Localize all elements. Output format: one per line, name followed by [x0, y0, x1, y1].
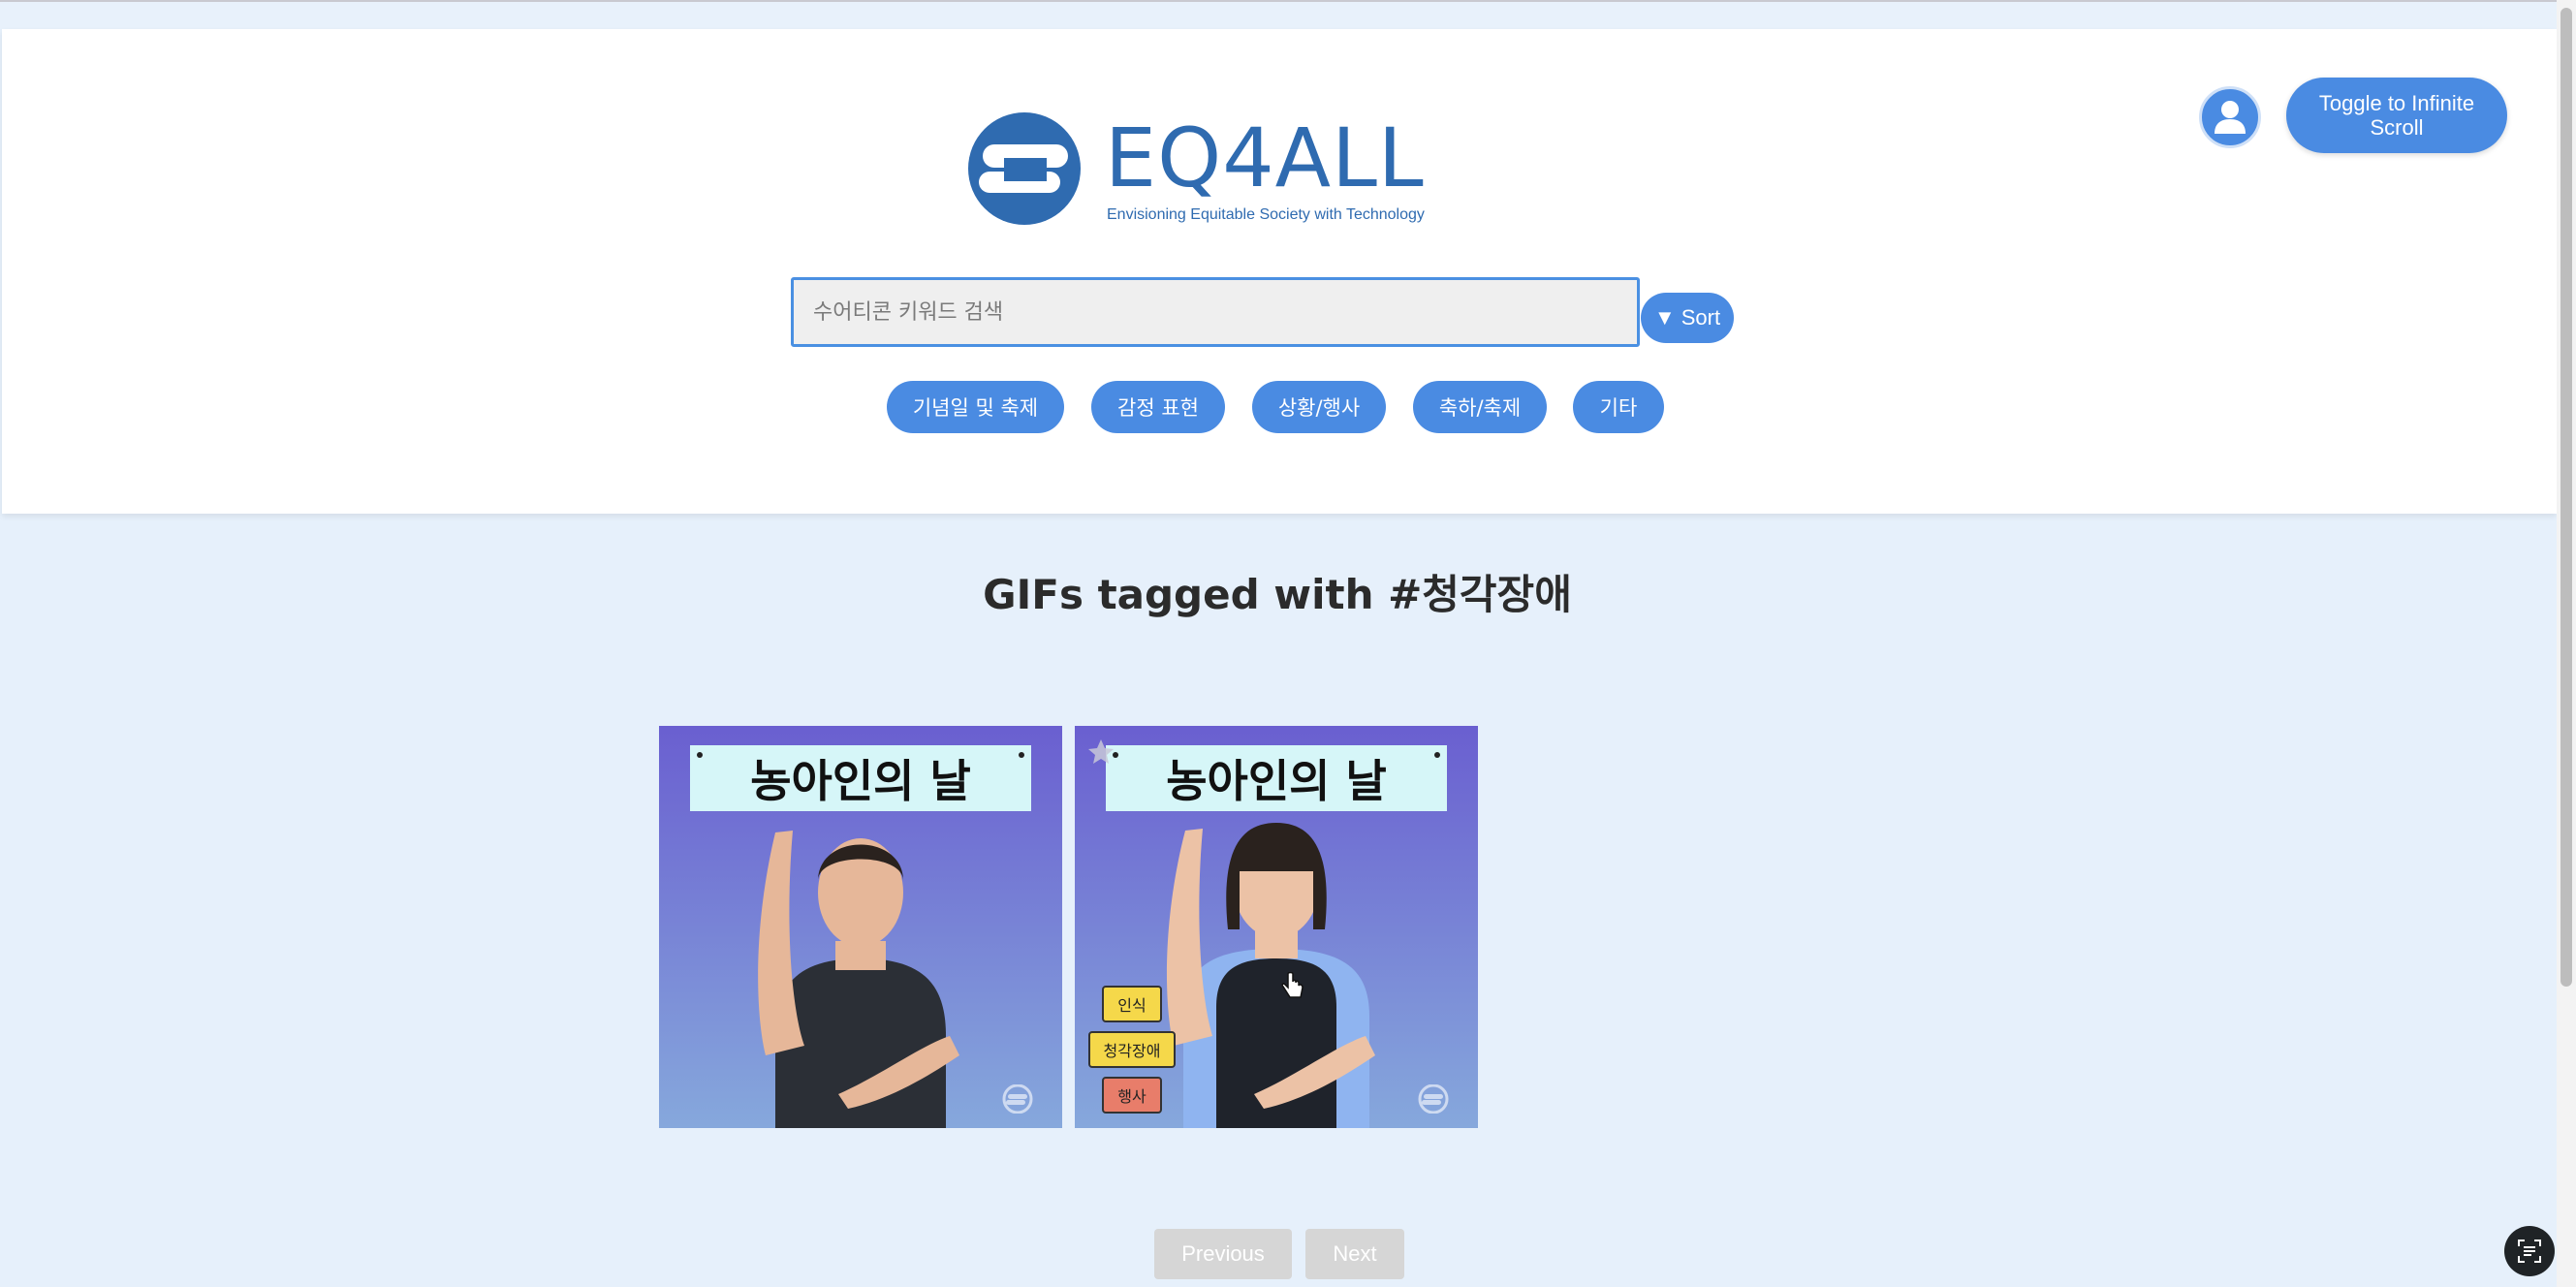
- toggle-infinite-scroll-button[interactable]: Toggle to Infinite Scroll: [2286, 78, 2507, 153]
- page-scrollbar[interactable]: [2557, 0, 2576, 1287]
- category-chip-situation[interactable]: 상황/행사: [1252, 381, 1386, 433]
- browser-top-strip: [0, 0, 2576, 29]
- gif-card[interactable]: 농아인의 날 인식 청각장애 행사: [1075, 726, 1478, 1128]
- scrollbar-thumb[interactable]: [2560, 8, 2572, 987]
- gif-card[interactable]: 농아인의 날: [659, 726, 1062, 1128]
- search-input[interactable]: [791, 277, 1640, 347]
- user-profile-button[interactable]: [2199, 86, 2261, 148]
- gif-tag-label: 청각장애: [1088, 1031, 1176, 1068]
- logo-tagline: Envisioning Equitable Society with Techn…: [1107, 206, 1425, 223]
- user-icon: [2215, 101, 2246, 134]
- category-chip-emotion[interactable]: 감정 표현: [1091, 381, 1225, 433]
- sort-label: Sort: [1681, 305, 1721, 330]
- gif-banner-text: 농아인의 날: [750, 755, 971, 807]
- logo-text: EQ4ALL: [1105, 110, 1425, 205]
- hand-cursor-icon: [1281, 972, 1304, 998]
- header: [2, 29, 2557, 514]
- category-chip-etc[interactable]: 기타: [1573, 381, 1664, 433]
- gif-tag-label: 인식: [1102, 986, 1162, 1022]
- gif-tag-label: 행사: [1102, 1077, 1162, 1114]
- eq4all-watermark-icon: [1002, 1084, 1033, 1114]
- category-chip-celebration[interactable]: 축하/축제: [1413, 381, 1547, 433]
- logo-mark-icon: [968, 112, 1081, 225]
- page-title: GIFs tagged with #청각장애: [983, 571, 1572, 618]
- eq4all-watermark-icon: [1418, 1084, 1449, 1114]
- screen-capture-button[interactable]: [2504, 1226, 2555, 1276]
- sort-button[interactable]: ▼ Sort: [1641, 293, 1734, 343]
- eq4all-logo[interactable]: EQ4ALL Envisioning Equitable Society wit…: [965, 110, 1450, 231]
- favorite-star-icon[interactable]: [1086, 738, 1115, 767]
- category-chip-anniversary[interactable]: 기념일 및 축제: [887, 381, 1064, 433]
- text-scan-icon: [2518, 1240, 2541, 1263]
- category-filter-bar: 기념일 및 축제 감정 표현 상황/행사 축하/축제 기타: [0, 381, 2576, 433]
- sort-triangle-icon: ▼: [1653, 305, 1676, 330]
- gif-banner-text: 농아인의 날: [1166, 755, 1387, 807]
- next-page-button[interactable]: Next: [1305, 1229, 1404, 1279]
- previous-page-button[interactable]: Previous: [1154, 1229, 1292, 1279]
